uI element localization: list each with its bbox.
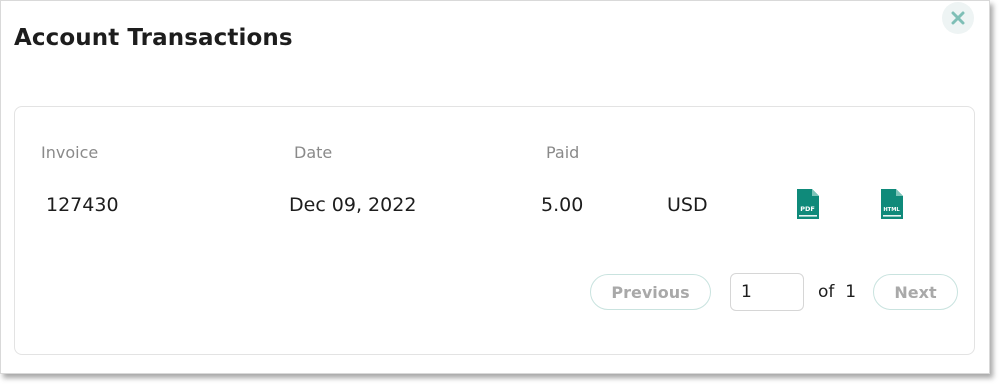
invoice-column-header: Invoice [41, 143, 99, 162]
account-transactions-modal: Account Transactions Invoice Date Paid 1… [0, 0, 990, 374]
modal-title: Account Transactions [14, 25, 293, 51]
invoice-number: 127430 [46, 194, 119, 216]
paid-amount: 5.00 [541, 194, 584, 216]
transaction-date: Dec 09, 2022 [289, 194, 417, 216]
close-button[interactable] [942, 2, 974, 34]
previous-button[interactable]: Previous [590, 274, 711, 310]
date-column-header: Date [294, 143, 333, 162]
close-icon [951, 11, 965, 25]
svg-text:HTML: HTML [883, 207, 900, 213]
page-total-text: of 1 [818, 282, 856, 302]
html-download-icon[interactable]: HTML [879, 188, 905, 220]
next-button[interactable]: Next [873, 274, 958, 310]
paid-column-header: Paid [546, 143, 580, 162]
currency: USD [667, 194, 708, 216]
transactions-card: Invoice Date Paid 127430 Dec 09, 2022 5.… [14, 106, 975, 355]
total-pages: 1 [845, 282, 857, 302]
pdf-download-icon[interactable]: PDF [795, 188, 821, 220]
page-number-input[interactable] [730, 273, 804, 311]
svg-text:PDF: PDF [800, 205, 815, 213]
of-label: of [818, 282, 835, 302]
